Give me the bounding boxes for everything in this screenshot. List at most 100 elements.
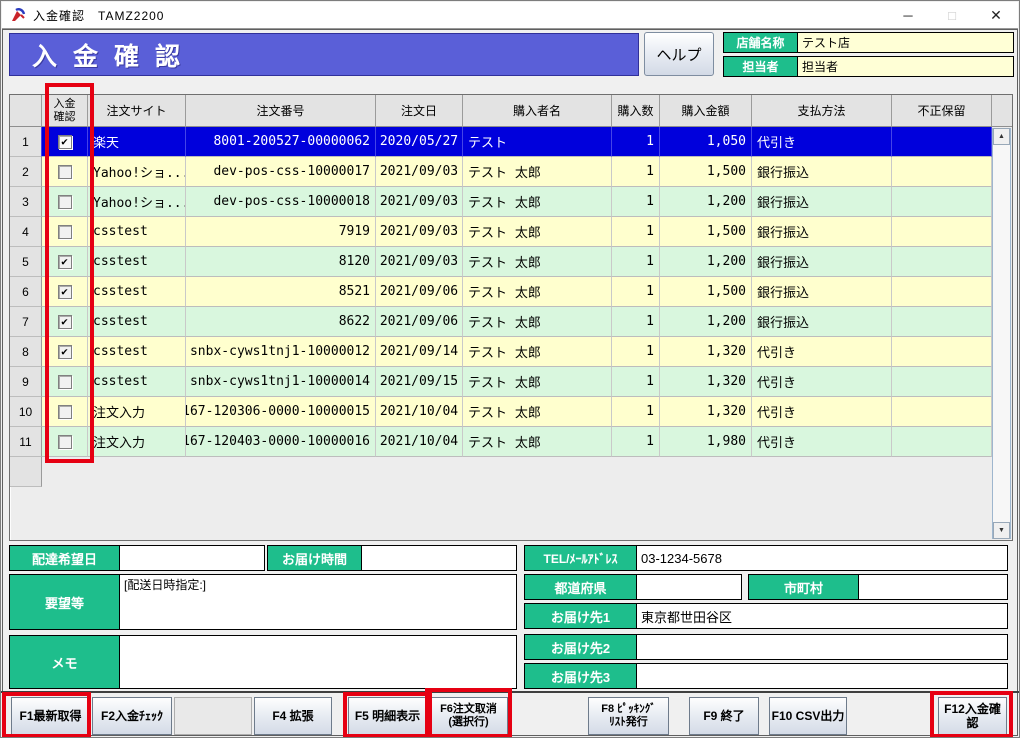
quantity-cell: 1 [612, 277, 660, 307]
order-site-cell: 注文入力 [88, 397, 186, 427]
delivery-date-field[interactable] [120, 546, 264, 570]
f1-refresh-button[interactable]: F1最新取得 [11, 697, 90, 735]
payment-confirm-cell: ✔ [42, 277, 88, 307]
f12-confirm-button[interactable]: F12入金確認 [938, 697, 1007, 735]
checkbox-unchecked-icon[interactable] [58, 165, 72, 179]
order-date-cell: 2020/05/27 [376, 127, 463, 157]
table-row[interactable]: 1✔楽天8001-200527-000000622020/05/27テスト11,… [10, 127, 992, 157]
app-icon [10, 7, 26, 23]
page-title: 入金確認 [10, 37, 196, 73]
payment-method-cell: 代引き [752, 427, 892, 457]
close-icon[interactable]: ✕ [974, 2, 1018, 29]
f8-picking-list-button[interactable]: F8 ﾋﾟｯｷﾝｸﾞ ﾘｽﾄ発行 [588, 697, 669, 735]
order-date-cell: 2021/09/03 [376, 157, 463, 187]
title-bar: 入金確認 TAMZ2200 ─ □ ✕ [2, 2, 1018, 29]
row-number-cell: 4 [10, 217, 42, 247]
f2-payment-check-button[interactable]: F2入金ﾁｪｯｸ [92, 697, 172, 735]
quantity-cell: 1 [612, 127, 660, 157]
order-site-cell: csstest [88, 247, 186, 277]
fraud-hold-cell [892, 157, 992, 187]
vertical-scrollbar[interactable]: ▲ ▼ [992, 128, 1011, 539]
payment-method-cell: 銀行振込 [752, 277, 892, 307]
fraud-hold-cell [892, 277, 992, 307]
store-name-label: 店舗名称 [724, 33, 798, 52]
address1-field[interactable]: 東京都世田谷区 [637, 604, 1007, 628]
checkbox-checked-icon[interactable]: ✔ [58, 315, 72, 329]
checkbox-checked-icon[interactable]: ✔ [58, 285, 72, 299]
row-number-cell: 9 [10, 367, 42, 397]
minimize-icon[interactable]: ─ [886, 2, 930, 29]
prefecture-field[interactable] [637, 575, 741, 599]
row-number-cell: 7 [10, 307, 42, 337]
payment-confirm-cell [42, 157, 88, 187]
quantity-cell: 1 [612, 187, 660, 217]
help-button[interactable]: ヘルプ [644, 32, 714, 76]
amount-cell: 1,200 [660, 247, 752, 277]
table-row[interactable]: 11注文入力0167-120403-0000-100000162021/10/0… [10, 427, 992, 457]
request-field[interactable]: [配送日時指定:] [120, 575, 516, 629]
row-number-cell: 5 [10, 247, 42, 277]
buyer-name-cell: テスト [463, 127, 612, 157]
column-header-order-date: 注文日 [376, 95, 463, 127]
table-row[interactable]: 8✔csstestsnbx-cyws1tnj1-100000122021/09/… [10, 337, 992, 367]
checkbox-unchecked-icon[interactable] [58, 375, 72, 389]
order-site-cell: csstest [88, 277, 186, 307]
order-number-cell: 0167-120403-0000-10000016 [186, 427, 376, 457]
amount-cell: 1,980 [660, 427, 752, 457]
table-row[interactable]: 3Yahoo!ショ...dev-pos-css-100000182021/09/… [10, 187, 992, 217]
f6-cancel-order-button[interactable]: F6注文取消 (選択行) [429, 697, 508, 735]
order-number-cell: dev-pos-css-10000017 [186, 157, 376, 187]
delivery-time-group: お届け時間 [267, 545, 517, 571]
table-row[interactable]: 9csstestsnbx-cyws1tnj1-100000142021/09/1… [10, 367, 992, 397]
f9-exit-button[interactable]: F9 終了 [689, 697, 759, 735]
table-row[interactable]: 2Yahoo!ショ...dev-pos-css-100000172021/09/… [10, 157, 992, 187]
f5-detail-button[interactable]: F5 明細表示 [348, 697, 427, 735]
table-row[interactable]: 4csstest79192021/09/03テスト 太郎11,500銀行振込 [10, 217, 992, 247]
order-date-cell: 2021/10/04 [376, 427, 463, 457]
buyer-name-cell: テスト 太郎 [463, 277, 612, 307]
address2-group: お届け先2 [524, 634, 1008, 660]
checkbox-unchecked-icon[interactable] [58, 225, 72, 239]
checkbox-checked-icon[interactable]: ✔ [58, 255, 72, 269]
address2-field[interactable] [637, 635, 1007, 659]
row-number-cell-empty [10, 457, 42, 487]
fraud-hold-cell [892, 127, 992, 157]
checkbox-unchecked-icon[interactable] [58, 195, 72, 209]
checkbox-unchecked-icon[interactable] [58, 435, 72, 449]
delivery-time-field[interactable] [362, 546, 516, 570]
order-site-cell: Yahoo!ショ... [88, 187, 186, 217]
f4-expand-button[interactable]: F4 拡張 [254, 697, 332, 735]
memo-group: メモ [9, 635, 517, 689]
order-site-cell: csstest [88, 217, 186, 247]
memo-field[interactable] [120, 636, 516, 688]
checkbox-unchecked-icon[interactable] [58, 405, 72, 419]
payment-method-cell: 銀行振込 [752, 247, 892, 277]
table-row[interactable]: 5✔csstest81202021/09/03テスト 太郎11,200銀行振込 [10, 247, 992, 277]
address3-field[interactable] [637, 664, 1007, 688]
buyer-name-cell: テスト 太郎 [463, 187, 612, 217]
order-site-cell: csstest [88, 367, 186, 397]
f10-csv-export-button[interactable]: F10 CSV出力 [769, 697, 847, 735]
delivery-date-label: 配達希望日 [10, 546, 120, 570]
checkbox-checked-icon[interactable]: ✔ [58, 345, 72, 359]
order-date-cell: 2021/09/14 [376, 337, 463, 367]
table-row[interactable]: 10注文入力0167-120306-0000-100000152021/10/0… [10, 397, 992, 427]
table-row[interactable]: 7✔csstest86222021/09/06テスト 太郎11,200銀行振込 [10, 307, 992, 337]
payment-confirm-cell: ✔ [42, 307, 88, 337]
fraud-hold-cell [892, 187, 992, 217]
column-header-payment-confirm: 入金 確認 [42, 95, 88, 127]
prefecture-group: 都道府県 [524, 574, 742, 600]
table-row[interactable]: 6✔csstest85212021/09/06テスト 太郎11,500銀行振込 [10, 277, 992, 307]
order-date-cell: 2021/09/03 [376, 217, 463, 247]
buyer-name-cell: テスト 太郎 [463, 307, 612, 337]
checkbox-checked-icon[interactable]: ✔ [58, 135, 72, 149]
scroll-up-icon[interactable]: ▲ [993, 128, 1010, 145]
row-number-cell: 2 [10, 157, 42, 187]
column-header-buyer-name: 購入者名 [463, 95, 612, 127]
city-field[interactable] [859, 575, 1007, 599]
tel-field[interactable]: 03-1234-5678 [637, 546, 1007, 570]
maximize-icon[interactable]: □ [930, 2, 974, 29]
scrollbar-track[interactable] [993, 145, 1010, 522]
quantity-cell: 1 [612, 217, 660, 247]
scroll-down-icon[interactable]: ▼ [993, 522, 1010, 539]
